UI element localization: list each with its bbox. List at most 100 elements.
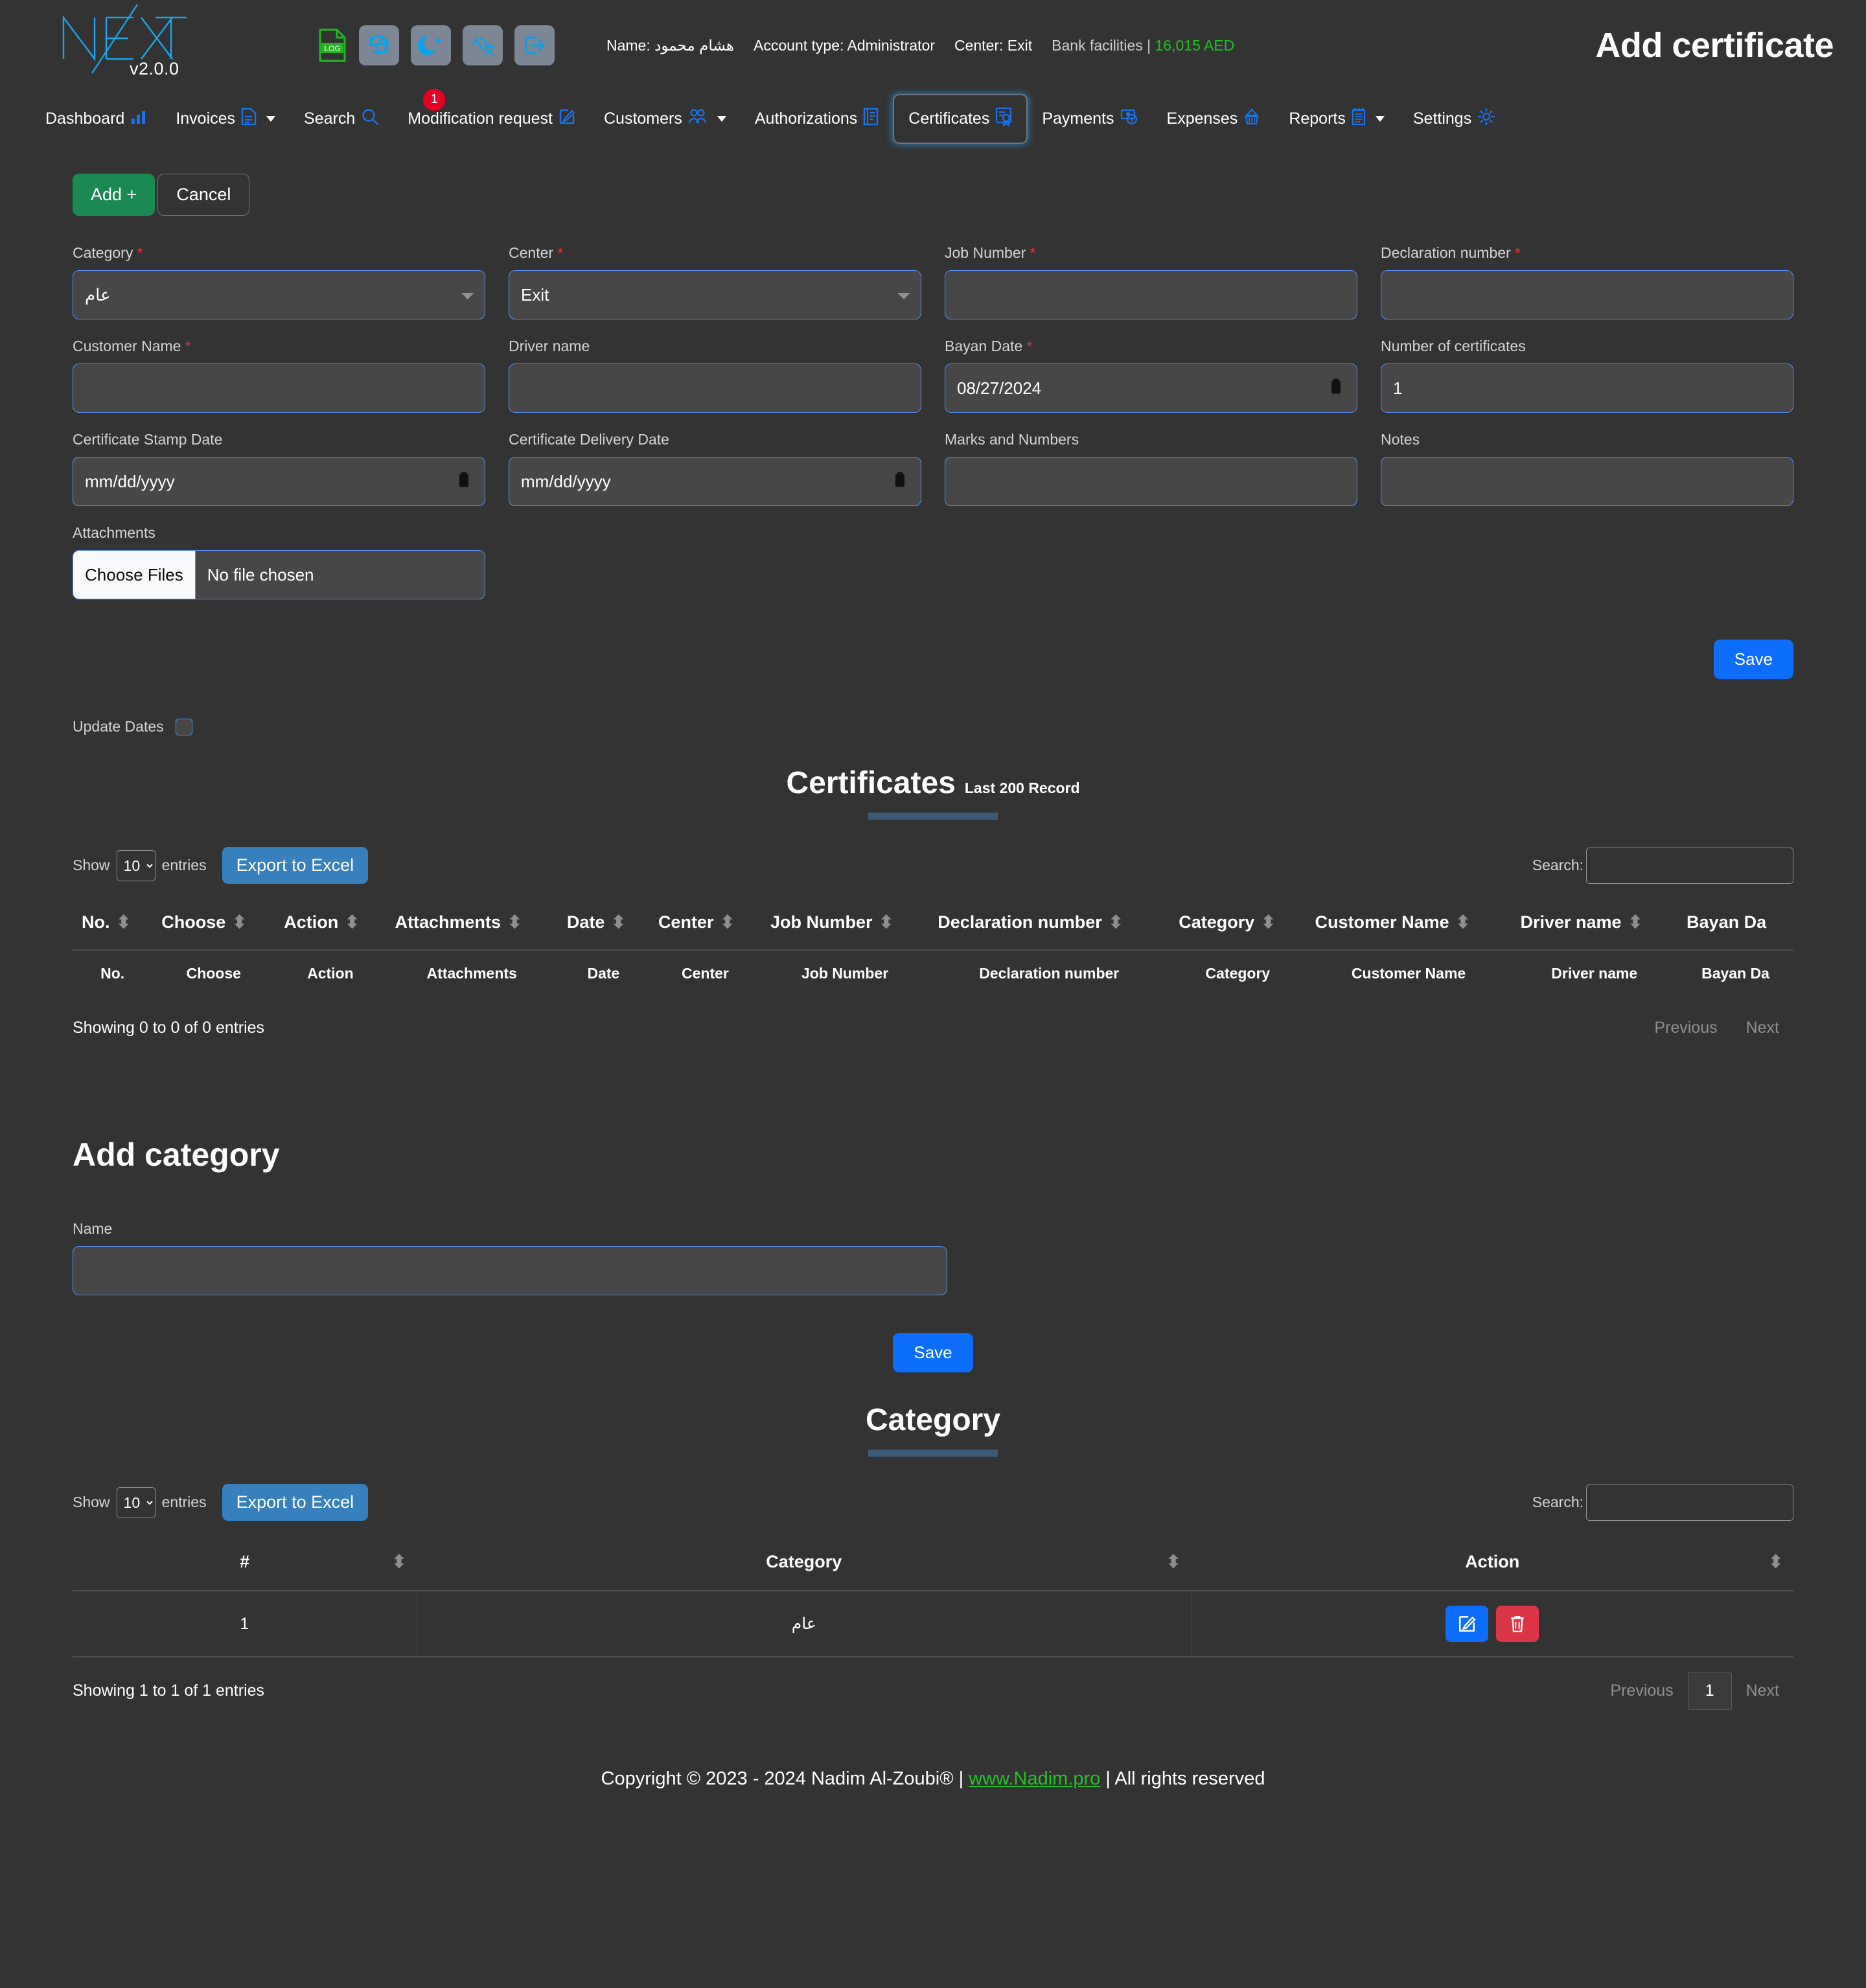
sort-icon: ⬍ <box>1455 912 1471 932</box>
nav-item-authorizations[interactable]: Authorizations <box>741 98 893 139</box>
certificates-export-excel-button[interactable]: Export to Excel <box>222 847 369 884</box>
sort-icon: ⬍ <box>232 912 247 932</box>
required-marker: * <box>1030 245 1036 261</box>
label-number-of-certificates: Number of certificates <box>1381 338 1526 354</box>
show-label: Show <box>73 857 110 873</box>
certificate-delivery-date-input[interactable] <box>509 457 921 506</box>
page-number-button[interactable]: 1 <box>1687 1672 1732 1710</box>
entries-label: entries <box>161 857 207 873</box>
nav-item-modification-request[interactable]: 1 Modification request <box>393 88 590 139</box>
cell-action <box>1191 1591 1793 1658</box>
certificates-table-section: Certificates Last 200 Record Show 10 ent… <box>73 765 1793 1045</box>
col-action[interactable]: Action ⬍ <box>275 905 386 951</box>
col-attachments[interactable]: Attachments ⬍ <box>386 905 558 951</box>
job-number-input[interactable] <box>945 270 1357 319</box>
search-label: Search: <box>1532 857 1584 873</box>
col-job-number[interactable]: Job Number ⬍ <box>761 905 929 951</box>
category-header-row: # ⬍ Category ⬍ Action ⬍ <box>73 1543 1793 1591</box>
attachments-file-input[interactable]: Choose Files No file chosen <box>73 550 485 599</box>
notes-input[interactable] <box>1381 457 1793 506</box>
category-export-excel-button[interactable]: Export to Excel <box>222 1484 369 1521</box>
nav-item-customers[interactable]: Customers <box>590 99 741 139</box>
category-save-row: Save <box>73 1333 1793 1372</box>
add-button[interactable]: Add + <box>73 174 156 216</box>
chevron-down-icon <box>1375 115 1385 122</box>
nav-label: Certificates <box>908 109 990 128</box>
certificates-footer-row: No. Choose Action Attachments Date Cente… <box>73 949 1793 997</box>
customer-name-input[interactable] <box>73 364 485 413</box>
nav-label: Modification request <box>408 109 553 128</box>
certificates-pagination: Previous Next <box>1640 1011 1793 1045</box>
category-search-input[interactable] <box>1586 1484 1793 1521</box>
certificates-info: Showing 0 to 0 of 0 entries <box>73 1019 265 1037</box>
category-length-select[interactable]: 10 <box>116 1486 156 1518</box>
reset-password-icon[interactable] <box>359 25 399 65</box>
col-action[interactable]: Action ⬍ <box>1191 1543 1793 1591</box>
previous-button[interactable]: Previous <box>1640 1011 1731 1045</box>
edit-square-icon <box>559 108 575 130</box>
log-file-icon[interactable]: LOG <box>317 29 347 62</box>
foot-choose: Choose <box>152 949 275 997</box>
col-date[interactable]: Date ⬍ <box>557 905 649 951</box>
row-action-buttons <box>1202 1606 1783 1642</box>
delivery-date-wrapper <box>509 457 921 506</box>
save-category-button[interactable]: Save <box>893 1333 973 1372</box>
nav-item-invoices[interactable]: Invoices <box>161 98 290 139</box>
col-category[interactable]: Category ⬍ <box>417 1543 1192 1591</box>
center-select[interactable]: Exit <box>509 270 921 319</box>
col-bayan-date[interactable]: Bayan Da <box>1677 905 1793 951</box>
category-table-bottom: Showing 1 to 1 of 1 entries Previous 1 N… <box>73 1672 1793 1710</box>
dark-mode-icon[interactable] <box>411 25 451 65</box>
update-dates-checkbox[interactable] <box>175 718 192 735</box>
driver-name-input[interactable] <box>509 364 921 413</box>
nav-label: Settings <box>1412 109 1472 128</box>
nav-item-certificates[interactable]: Certificates <box>893 93 1028 144</box>
col-customer-name[interactable]: Customer Name ⬍ <box>1306 905 1512 951</box>
foot-customer-name: Customer Name <box>1306 949 1512 997</box>
nav-item-settings[interactable]: Settings <box>1399 98 1510 139</box>
label-declaration-number: Declaration number * <box>1381 244 1521 261</box>
bayan-date-input[interactable] <box>945 364 1357 413</box>
add-category-section: Add category Name Save <box>73 1136 1793 1372</box>
certificate-stamp-date-input[interactable] <box>73 457 485 506</box>
category-name-input[interactable] <box>73 1246 947 1295</box>
col-no[interactable]: No. ⬍ <box>73 905 153 951</box>
save-certificate-button[interactable]: Save <box>1713 640 1793 679</box>
delete-category-button[interactable] <box>1496 1606 1539 1642</box>
next-button[interactable]: Next <box>1732 1674 1793 1708</box>
certificates-length-select[interactable]: 10 <box>116 850 156 881</box>
nav-label: Customers <box>603 109 682 128</box>
nav-item-dashboard[interactable]: Dashboard <box>31 99 161 139</box>
col-declaration-number[interactable]: Declaration number ⬍ <box>928 905 1170 951</box>
previous-button[interactable]: Previous <box>1596 1674 1687 1708</box>
col-category[interactable]: Category ⬍ <box>1169 905 1306 951</box>
nav-item-search[interactable]: Search <box>290 98 393 139</box>
declaration-number-input[interactable] <box>1381 270 1793 319</box>
col-num[interactable]: # ⬍ <box>73 1543 417 1591</box>
number-of-certificates-input[interactable] <box>1381 364 1793 413</box>
edit-category-button[interactable] <box>1446 1606 1489 1642</box>
cancel-button[interactable]: Cancel <box>157 174 250 216</box>
footer-link[interactable]: www.Nadim.pro <box>969 1768 1100 1789</box>
sort-icon: ⬍ <box>1768 1552 1783 1571</box>
next-button[interactable]: Next <box>1732 1011 1793 1045</box>
col-center[interactable]: Center ⬍ <box>649 905 761 951</box>
marks-and-numbers-input[interactable] <box>945 457 1357 506</box>
file-status-text: No file chosen <box>207 564 314 584</box>
nav-label: Payments <box>1042 109 1114 128</box>
chevron-down-icon <box>717 115 726 122</box>
required-marker: * <box>557 245 563 261</box>
logout-icon[interactable] <box>514 25 555 65</box>
nav-item-payments[interactable]: Payments $ <box>1028 99 1152 139</box>
choose-files-button[interactable]: Choose Files <box>73 551 196 599</box>
label-bayan-date: Bayan Date * <box>945 338 1033 354</box>
col-choose[interactable]: Choose ⬍ <box>152 905 275 951</box>
translate-icon[interactable]: A 文 <box>463 25 503 65</box>
col-driver-name[interactable]: Driver name ⬍ <box>1511 905 1678 951</box>
category-pagination: Previous 1 Next <box>1596 1672 1793 1710</box>
nav-item-expenses[interactable]: Expenses <box>1153 98 1275 139</box>
category-select[interactable]: عام <box>73 270 485 319</box>
nav-item-reports[interactable]: Reports <box>1274 98 1399 139</box>
certificates-search-input[interactable] <box>1586 847 1793 884</box>
label-customer-name: Customer Name * <box>73 338 191 354</box>
